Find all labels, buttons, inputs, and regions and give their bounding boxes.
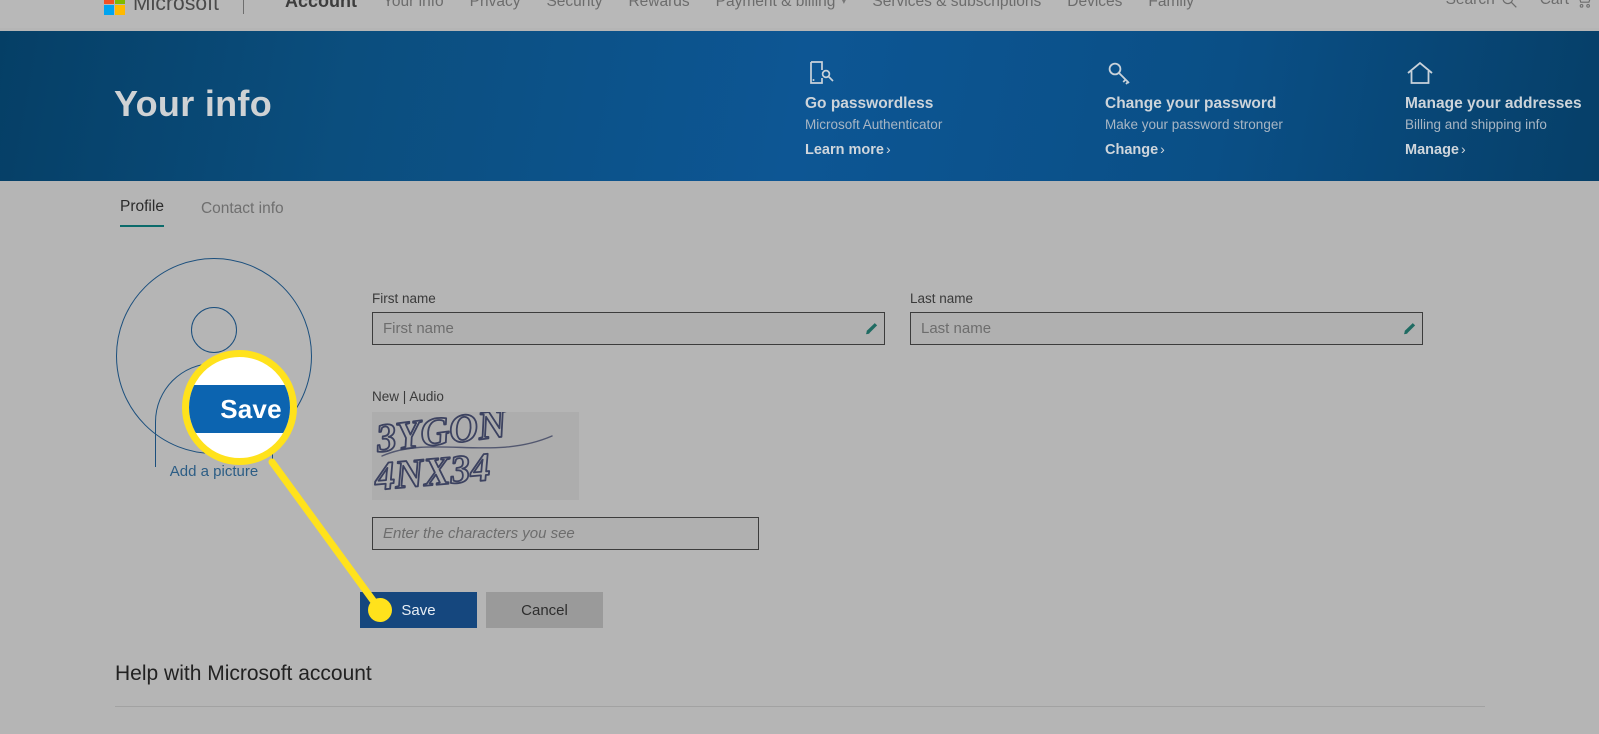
captcha-input[interactable] (373, 518, 758, 549)
passwordless-phone-key-icon (805, 59, 942, 89)
hero-card-subtext: Make your password stronger (1105, 117, 1283, 132)
page-hero-banner: Your info Go passwordless Microsoft Auth… (0, 31, 1599, 181)
form-actions: Save Cancel (360, 592, 603, 628)
captcha-new-link[interactable]: New (372, 389, 399, 404)
hero-card-manage-addresses: Manage your addresses Billing and shippi… (1405, 59, 1582, 159)
nav-utilities: Search Cart (1446, 0, 1593, 9)
last-name-label: Last name (910, 291, 974, 306)
search-button[interactable]: Search (1446, 0, 1518, 9)
person-avatar-icon (191, 307, 237, 353)
hero-card-change-password: Change your password Make your password … (1105, 59, 1283, 159)
cancel-button[interactable]: Cancel (486, 592, 603, 628)
hero-card-heading: Go passwordless (805, 95, 934, 112)
pencil-edit-icon[interactable] (858, 321, 884, 336)
nav-links: Account Your info Privacy Security Rewar… (272, 0, 1207, 12)
chevron-down-icon: ▾ (841, 0, 847, 7)
nav-item-payment-billing[interactable]: Payment & billing ▾ (703, 0, 860, 11)
nav-item-services-subscriptions[interactable]: Services & subscriptions (859, 0, 1054, 11)
nav-item-family[interactable]: Family (1135, 0, 1207, 11)
captcha-separator: | (402, 389, 407, 404)
first-name-label: First name (372, 291, 436, 306)
last-name-input[interactable] (911, 313, 1396, 344)
tab-profile[interactable]: Profile (120, 198, 164, 227)
nav-item-family-label: Family (1148, 0, 1195, 10)
nav-item-privacy[interactable]: Privacy (457, 0, 534, 11)
magnifier-callout: Save (182, 350, 297, 465)
microsoft-logo[interactable]: Microsoft (104, 0, 219, 16)
profile-tabs: Profile Contact info (120, 198, 284, 227)
hero-card-link-label: Manage (1405, 142, 1459, 158)
nav-item-rewards[interactable]: Rewards (615, 0, 702, 11)
nav-item-payment-billing-label: Payment & billing (715, 0, 836, 10)
first-name-input-box[interactable] (372, 312, 885, 345)
cart-icon (1579, 0, 1591, 8)
cart-label: Cart (1540, 0, 1569, 9)
global-navigation-bar: Microsoft Account Your info Privacy Secu… (0, 0, 1599, 28)
help-divider (115, 706, 1485, 707)
hero-card-link-label: Change (1105, 142, 1159, 158)
last-name-input-box[interactable] (910, 312, 1423, 345)
captcha-audio-link[interactable]: Audio (409, 389, 444, 404)
hero-card-change-link[interactable]: Change › (1105, 141, 1165, 158)
chevron-right-icon: › (1160, 141, 1165, 157)
save-button[interactable]: Save (360, 592, 477, 628)
microsoft-logo-squares-icon (104, 0, 125, 15)
nav-item-devices[interactable]: Devices (1054, 0, 1135, 11)
hero-card-heading: Change your password (1105, 95, 1277, 112)
hero-card-subtext: Microsoft Authenticator (805, 117, 943, 132)
chevron-right-icon: › (885, 141, 891, 157)
captcha-group: New | Audio 3YGON 4NX34 (371, 389, 759, 550)
magnified-save-label: Save (220, 393, 282, 424)
cart-button[interactable]: Cart (1540, 0, 1593, 9)
hero-card-go-passwordless: Go passwordless Microsoft Authenticator … (805, 59, 942, 159)
nav-item-services-subscriptions-label: Services & subscriptions (872, 0, 1042, 10)
search-icon (1502, 0, 1517, 8)
nav-item-your-info[interactable]: Your info (370, 0, 457, 11)
first-name-field-group: First name (372, 291, 885, 345)
nav-item-account-label: Account (285, 0, 357, 11)
nav-item-your-info-label: Your info (383, 0, 444, 10)
captcha-input-group (372, 517, 759, 550)
key-icon (1105, 59, 1283, 89)
chevron-right-icon: › (1461, 141, 1466, 157)
hero-card-manage-link[interactable]: Manage › (1405, 141, 1466, 158)
hero-card-link-label: Learn more (805, 142, 884, 158)
nav-divider (243, 0, 244, 14)
magnified-save-button: Save (189, 385, 290, 433)
captcha-image: 3YGON 4NX34 (371, 399, 579, 500)
search-label: Search (1446, 0, 1495, 9)
nav-item-rewards-label: Rewards (628, 0, 690, 10)
captcha-options: New | Audio (372, 389, 759, 404)
nav-item-security-label: Security (546, 0, 603, 10)
first-name-input[interactable] (373, 313, 858, 344)
last-name-field-group: Last name (910, 291, 1423, 345)
pencil-edit-icon[interactable] (1396, 321, 1422, 336)
page-root: Microsoft Account Your info Privacy Secu… (0, 0, 1599, 734)
nav-item-devices-label: Devices (1067, 0, 1123, 10)
home-icon (1405, 59, 1582, 89)
nav-item-security[interactable]: Security (533, 0, 615, 11)
hero-card-subtext: Billing and shipping info (1405, 117, 1547, 132)
hero-card-heading: Manage your addresses (1405, 95, 1582, 112)
page-title: Your info (114, 83, 273, 124)
captcha-input-box[interactable] (372, 517, 759, 550)
microsoft-brand-text: Microsoft (133, 0, 220, 15)
nav-item-privacy-label: Privacy (469, 0, 521, 10)
nav-item-account[interactable]: Account (272, 0, 370, 12)
help-section-title: Help with Microsoft account (115, 662, 372, 685)
tab-contact-info[interactable]: Contact info (201, 200, 284, 227)
hero-card-learn-more-link[interactable]: Learn more › (805, 141, 891, 158)
